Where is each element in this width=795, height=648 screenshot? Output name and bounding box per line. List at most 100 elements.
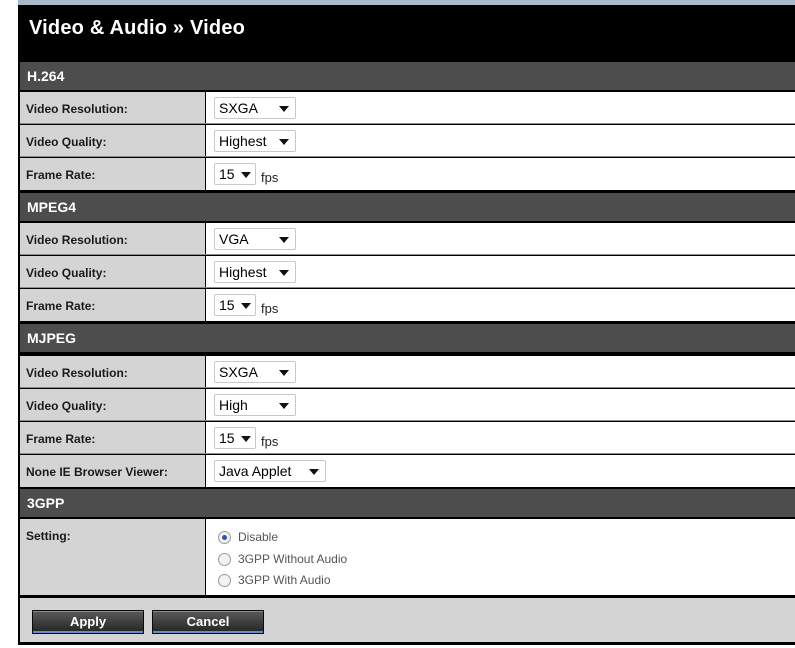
select-value: SXGA xyxy=(219,364,258,380)
section-header-h264: H.264 xyxy=(20,62,795,90)
chevron-down-icon xyxy=(279,370,289,376)
radio-unselected-icon[interactable] xyxy=(218,574,231,587)
row-value-cell: SXGA xyxy=(206,356,795,388)
fps-unit-label: fps xyxy=(261,301,279,316)
mpeg4-quality-row: Video Quality: Highest xyxy=(20,256,795,288)
row-label: Video Quality: xyxy=(26,266,107,280)
mpeg4-frame-rate-row: Frame Rate: 15 fps xyxy=(20,289,795,321)
h264-resolution-row: Video Resolution: SXGA xyxy=(20,92,795,124)
radio-label: Disable xyxy=(238,530,279,544)
row-value-cell: 15 fps xyxy=(206,158,795,190)
row-value-cell: Disable 3GPP Without Audio 3GPP With Aud… xyxy=(206,519,795,595)
mjpeg-resolution-row: Video Resolution: SXGA xyxy=(20,356,795,388)
mjpeg-quality-select[interactable]: High xyxy=(214,394,296,416)
section-header-mjpeg: MJPEG xyxy=(20,324,795,352)
mjpeg-frame-rate-select[interactable]: 15 xyxy=(214,427,256,449)
h264-quality-select[interactable]: Highest xyxy=(214,130,296,152)
mpeg4-quality-select[interactable]: Highest xyxy=(214,261,296,283)
select-value: 15 xyxy=(219,430,235,446)
fps-unit-label: fps xyxy=(261,434,279,449)
radio-label: 3GPP With Audio xyxy=(238,573,331,587)
row-value-cell: SXGA xyxy=(206,92,795,124)
apply-button[interactable]: Apply xyxy=(32,610,144,634)
browser-viewer-select[interactable]: Java Applet xyxy=(214,460,326,482)
section-header-3gpp: 3GPP xyxy=(20,489,795,517)
row-divider xyxy=(20,420,795,421)
row-divider xyxy=(20,287,795,288)
row-label-cell: None IE Browser Viewer: xyxy=(20,455,205,487)
h264-frame-rate-row: Frame Rate: 15 fps xyxy=(20,158,795,190)
row-value-cell: Highest xyxy=(206,256,795,288)
row-label-cell: Video Quality: xyxy=(20,389,205,421)
row-label-cell: Video Resolution: xyxy=(20,92,205,124)
select-value: High xyxy=(219,397,248,413)
fps-unit-label: fps xyxy=(261,170,279,185)
radio-selected-icon[interactable] xyxy=(218,531,231,544)
row-label: Video Resolution: xyxy=(26,233,128,247)
chevron-down-icon xyxy=(279,270,289,276)
row-label: Frame Rate: xyxy=(26,432,96,446)
chevron-down-icon xyxy=(279,139,289,145)
select-value: Java Applet xyxy=(219,463,292,479)
row-value-cell: High xyxy=(206,389,795,421)
chevron-down-icon xyxy=(279,106,289,112)
page-title: Video & Audio » Video xyxy=(29,17,246,39)
section-title: MJPEG xyxy=(27,330,77,346)
mpeg4-resolution-select[interactable]: VGA xyxy=(214,228,296,250)
chevron-down-icon xyxy=(279,237,289,243)
section-title: 3GPP xyxy=(27,495,65,511)
mpeg4-resolution-row: Video Resolution: VGA xyxy=(20,223,795,255)
row-label-cell: Video Resolution: xyxy=(20,223,205,255)
mjpeg-viewer-row: None IE Browser Viewer: Java Applet xyxy=(20,455,795,487)
row-label-cell: Frame Rate: xyxy=(20,158,205,190)
chevron-down-icon xyxy=(279,403,289,409)
row-label: Video Resolution: xyxy=(26,366,128,380)
row-label-cell: Setting: xyxy=(20,519,205,595)
section-header-mpeg4: MPEG4 xyxy=(20,193,795,221)
row-label-cell: Frame Rate: xyxy=(20,422,205,454)
chevron-down-icon xyxy=(241,303,251,309)
row-label: Video Quality: xyxy=(26,399,107,413)
row-divider xyxy=(20,156,795,157)
section-title: H.264 xyxy=(27,68,65,84)
mjpeg-quality-row: Video Quality: High xyxy=(20,389,795,421)
chevron-down-icon xyxy=(309,469,319,475)
row-label: Frame Rate: xyxy=(26,299,96,313)
section-title: MPEG4 xyxy=(27,199,77,215)
row-label-cell: Video Quality: xyxy=(20,125,205,157)
radio-label: 3GPP Without Audio xyxy=(238,552,348,566)
top-accent-strip xyxy=(18,0,795,5)
mjpeg-resolution-select[interactable]: SXGA xyxy=(214,361,296,383)
chevron-down-icon xyxy=(241,172,251,178)
row-label: Frame Rate: xyxy=(26,168,96,182)
cancel-button[interactable]: Cancel xyxy=(152,610,264,634)
mjpeg-frame-rate-row: Frame Rate: 15 fps xyxy=(20,422,795,454)
button-bar: Apply Cancel xyxy=(20,598,795,642)
row-label: Video Quality: xyxy=(26,135,107,149)
select-value: 15 xyxy=(219,166,235,182)
h264-frame-rate-select[interactable]: 15 xyxy=(214,163,256,185)
row-divider xyxy=(20,453,795,454)
row-value-cell: 15 fps xyxy=(206,289,795,321)
select-value: 15 xyxy=(219,297,235,313)
chevron-down-icon xyxy=(241,436,251,442)
row-label: None IE Browser Viewer: xyxy=(26,465,168,479)
h264-quality-row: Video Quality: Highest xyxy=(20,125,795,157)
select-value: Highest xyxy=(219,133,267,149)
select-value: SXGA xyxy=(219,100,258,116)
select-value: VGA xyxy=(219,231,249,247)
h264-resolution-select[interactable]: SXGA xyxy=(214,97,296,119)
row-divider xyxy=(20,123,795,124)
video-settings-panel: Video & Audio » Video H.264 Video Resolu… xyxy=(18,0,795,645)
row-label-cell: Video Resolution: xyxy=(20,356,205,388)
radio-unselected-icon[interactable] xyxy=(218,553,231,566)
row-value-cell: Java Applet xyxy=(206,455,795,487)
row-label-cell: Video Quality: xyxy=(20,256,205,288)
select-value: Highest xyxy=(219,264,267,280)
row-value-cell: 15 fps xyxy=(206,422,795,454)
row-label-cell: Frame Rate: xyxy=(20,289,205,321)
3gpp-setting-row: Setting: Disable 3GPP Without Audio 3GPP… xyxy=(20,519,795,595)
row-divider xyxy=(20,387,795,388)
mpeg4-frame-rate-select[interactable]: 15 xyxy=(214,294,256,316)
row-label: Setting: xyxy=(26,529,71,543)
